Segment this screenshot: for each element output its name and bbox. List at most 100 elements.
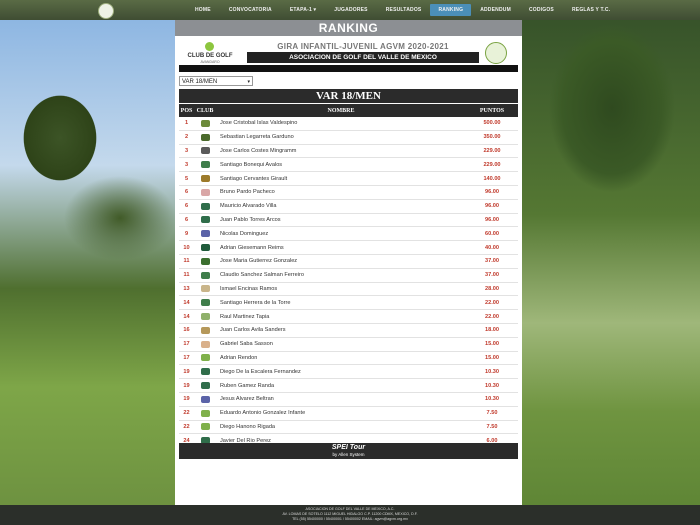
table-row: 6 Mauricio Alvarado Villa 96.00 [179, 199, 518, 214]
row-pos: 19 [179, 392, 194, 407]
club-icon-cell [194, 406, 216, 421]
table-row: 14 Raul Martinez Tapia 22.00 [179, 309, 518, 324]
club-icon [200, 423, 210, 431]
row-name: Ismael Encinas Ramos [216, 282, 466, 297]
club-icon-cell [194, 213, 216, 228]
page-footer: ASOCIACION DE GOLF DEL VALLE DE MEXICO, … [0, 505, 700, 525]
club-icon-cell [194, 240, 216, 255]
club-icon [200, 216, 210, 224]
row-name: Adrian Giesemann Reims [216, 240, 466, 255]
nav-resultados[interactable]: RESULTADOS [377, 0, 431, 20]
row-points: 60.00 [466, 226, 518, 242]
club-icon-cell [194, 144, 216, 159]
site-logo-icon[interactable] [98, 3, 114, 19]
row-name: Adrian Rendon [216, 351, 466, 366]
row-name: Raul Martinez Tapia [216, 309, 466, 324]
main-nav: HOME CONVOCATORIA ETAPA-1 ▾ JUGADORES RE… [186, 0, 619, 20]
club-icon-cell [194, 282, 216, 297]
row-points: 15.00 [466, 337, 518, 352]
nav-addendum[interactable]: ADDENDUM [471, 0, 520, 20]
row-name: Eduardo Antonio Gonzalez Infante [216, 406, 466, 421]
sponsor-banner: SPEI Tour by Allen System [179, 443, 518, 459]
club-icon-cell [194, 295, 216, 311]
club-icon-cell [194, 392, 216, 407]
row-points: 40.00 [466, 240, 518, 255]
table-row: 11 Jose Maria Gutierrez Gonzalez 37.00 [179, 254, 518, 269]
ranking-table: POS CLUB NOMBRE PUNTOS 1 Jose Cristobal I… [179, 104, 518, 449]
club-icon [200, 188, 210, 196]
row-name: Santiago Bonequi Avalos [216, 157, 466, 173]
row-pos: 17 [179, 337, 194, 352]
club-icon-cell [194, 171, 216, 186]
club-icon [200, 175, 210, 183]
table-row: 14 Santiago Herrera de la Torre 22.00 [179, 295, 518, 311]
nav-ranking[interactable]: RANKING [430, 4, 472, 16]
top-navbar: HOME CONVOCATORIA ETAPA-1 ▾ JUGADORES RE… [0, 0, 700, 20]
club-icon [200, 147, 210, 155]
row-pos: 11 [179, 268, 194, 283]
row-points: 96.00 [466, 199, 518, 214]
club-icon-cell [194, 309, 216, 324]
club-icon [200, 285, 210, 293]
content-panel: RANKING CLUB DE GOLF AVANDARO GIRA INFAN… [175, 20, 522, 505]
background-trees-right [522, 18, 700, 510]
divider-bar [179, 65, 518, 72]
gira-title: GIRA INFANTIL-JUVENIL AGVM 2020-2021 [277, 42, 449, 51]
table-row: 17 Gabriel Saba Sasson 15.00 [179, 337, 518, 352]
row-pos: 10 [179, 240, 194, 255]
club-icon [200, 202, 210, 210]
nav-reglas[interactable]: REGLAS Y T.C. [563, 0, 619, 20]
nav-codigos[interactable]: CODIGOS [520, 0, 563, 20]
row-points: 10.30 [466, 378, 518, 393]
row-points: 10.30 [466, 392, 518, 407]
row-name: Santiago Cervantes Girault [216, 171, 466, 186]
club-icon [200, 326, 210, 334]
row-name: Ruben Gamez Randa [216, 378, 466, 393]
club-icon-cell [194, 378, 216, 393]
table-row: 22 Diego Hanono Rigada 7.50 [179, 420, 518, 435]
row-points: 22.00 [466, 295, 518, 311]
nav-convocatoria[interactable]: CONVOCATORIA [220, 0, 281, 20]
row-name: Jose Maria Gutierrez Gonzalez [216, 254, 466, 269]
nav-etapa-1[interactable]: ETAPA-1 ▾ [281, 0, 325, 20]
row-pos: 3 [179, 157, 194, 173]
table-row: 17 Adrian Rendon 15.00 [179, 351, 518, 366]
nav-jugadores[interactable]: JUGADORES [325, 0, 376, 20]
row-pos: 2 [179, 130, 194, 145]
background-trees-left [0, 18, 175, 510]
row-pos: 19 [179, 364, 194, 380]
chevron-down-icon: ▾ [313, 7, 317, 13]
col-club: CLUB [194, 104, 216, 117]
row-points: 28.00 [466, 282, 518, 297]
row-pos: 14 [179, 295, 194, 311]
club-icon [200, 313, 210, 321]
club-icon [200, 257, 210, 265]
row-pos: 11 [179, 254, 194, 269]
row-name: Diego De la Escalera Fernandez [216, 364, 466, 380]
row-pos: 6 [179, 185, 194, 200]
table-row: 1 Jose Cristobal Islas Valdespino 500.00 [179, 117, 518, 131]
row-points: 350.00 [466, 130, 518, 145]
row-points: 229.00 [466, 144, 518, 159]
club-icon-cell [194, 323, 216, 338]
row-name: Jose Carlos Costes Mingramm [216, 144, 466, 159]
row-name: Jesus Alvarez Beltran [216, 392, 466, 407]
table-row: 22 Eduardo Antonio Gonzalez Infante 7.50 [179, 406, 518, 421]
row-name: Juan Pablo Torres Arcos [216, 213, 466, 228]
row-pos: 6 [179, 199, 194, 214]
page-title: RANKING [175, 20, 522, 36]
table-row: 13 Ismael Encinas Ramos 28.00 [179, 282, 518, 297]
chevron-down-icon: ▾ [247, 79, 250, 85]
row-points: 18.00 [466, 323, 518, 338]
row-points: 10.30 [466, 364, 518, 380]
row-name: Santiago Herrera de la Torre [216, 295, 466, 311]
category-select-value: VAR 18/MEN [182, 79, 218, 85]
row-points: 22.00 [466, 309, 518, 324]
club-icon-cell [194, 254, 216, 269]
club-icon-cell [194, 199, 216, 214]
row-name: Claudio Sanchez Salman Ferreiro [216, 268, 466, 283]
nav-home[interactable]: HOME [186, 0, 220, 20]
club-icon [200, 299, 210, 307]
club-logo-sub: AVANDARO [200, 60, 220, 64]
category-select[interactable]: VAR 18/MEN ▾ [179, 76, 253, 86]
